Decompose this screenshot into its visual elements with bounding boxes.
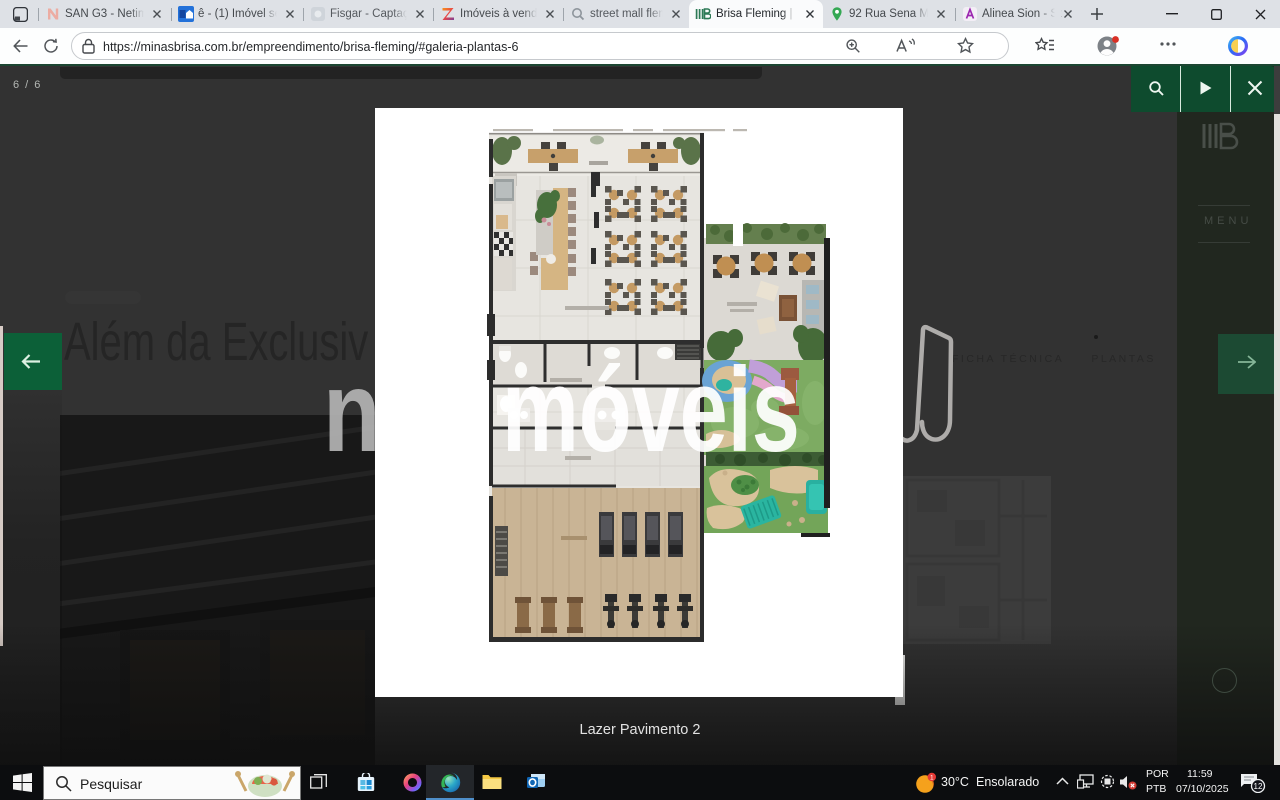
- svg-text:12: 12: [1254, 782, 1263, 791]
- svg-text:1: 1: [930, 774, 934, 781]
